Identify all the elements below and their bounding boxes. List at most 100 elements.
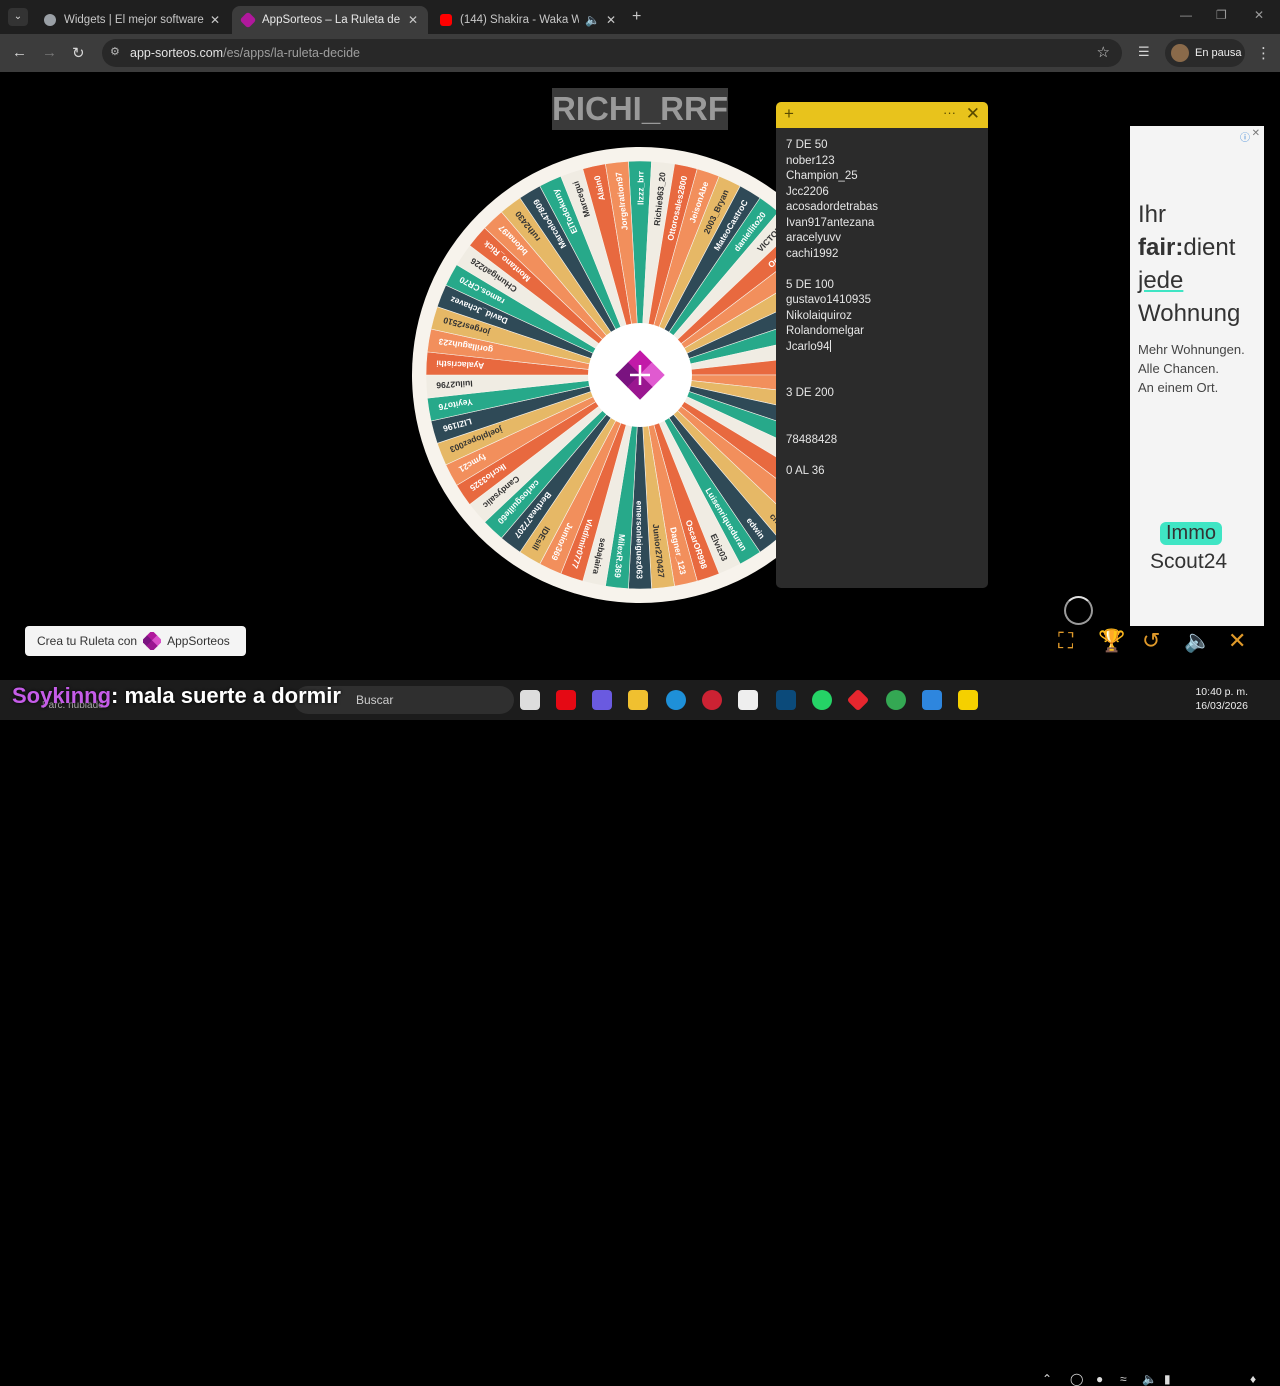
note-line: nober123 <box>786 154 835 167</box>
browser-toolbar: ← → ↻ ⚙ app-sorteos.com/es/apps/la-rulet… <box>0 34 1280 72</box>
forward-arrow-icon[interactable]: → <box>42 44 57 61</box>
chat-nick: Soykinng <box>12 683 112 708</box>
speaker-icon[interactable]: 🔈 <box>585 13 600 27</box>
sticky-notes-icon[interactable] <box>958 690 978 710</box>
disney-icon[interactable] <box>776 690 796 710</box>
wifi-icon[interactable]: ≈ <box>1120 1372 1127 1386</box>
note-line: 7 DE 50 <box>786 139 828 151</box>
microphone-icon[interactable]: ● <box>1096 1372 1103 1386</box>
ad-sub-line: Alle Chancen. <box>1138 361 1219 376</box>
wheel-name-label: emersonleiguez063 <box>635 501 645 580</box>
wheel-name-label: Iuilu2796 <box>436 379 473 391</box>
more-options-icon[interactable]: ··· <box>943 105 956 120</box>
copilot-icon[interactable] <box>592 690 612 710</box>
loading-spinner-icon <box>1064 596 1093 625</box>
note-line <box>786 262 981 278</box>
maximize-icon[interactable]: ❐ <box>1216 8 1227 22</box>
notification-bell-icon[interactable]: ♦ <box>1250 1372 1256 1386</box>
note-line: Ivan917antezana <box>786 216 875 229</box>
avatar <box>1171 44 1189 62</box>
minimize-icon[interactable]: — <box>1180 8 1192 22</box>
note-line <box>786 371 981 387</box>
note-text-area[interactable]: 7 DE 50 nober123 Champion_25 Jcc2206 acosado… <box>786 138 981 479</box>
netflix-icon[interactable] <box>556 690 576 710</box>
tray-chevron-icon[interactable]: ⌃ <box>1042 1372 1052 1386</box>
wheel-title: RICHI_RRF <box>552 88 728 130</box>
close-tab-icon[interactable]: ✕ <box>606 13 616 27</box>
wheel-name-label: llzzz_brr <box>636 170 646 205</box>
sound-icon[interactable]: 🔈 <box>1184 628 1211 654</box>
tab-title: Widgets | El mejor software par <box>64 14 204 26</box>
new-tab-button[interactable]: + <box>632 8 641 26</box>
ad-bold: fair: <box>1138 234 1184 261</box>
battery-icon[interactable]: ▮ <box>1164 1372 1171 1386</box>
whatsapp-icon[interactable] <box>812 690 832 710</box>
bookmark-star-icon[interactable]: ☆ <box>1097 43 1110 61</box>
ad-line: Wohnung <box>1138 300 1241 327</box>
create-prefix: Crea tu Ruleta con <box>37 634 138 648</box>
tray-app-icon[interactable]: ◯ <box>1070 1372 1083 1386</box>
back-arrow-icon[interactable]: ← <box>12 44 27 61</box>
chrome-icon[interactable] <box>886 690 906 710</box>
ad-subtext: Mehr Wohnungen. Alle Chancen. An einem O… <box>1138 340 1245 397</box>
sticky-note[interactable]: + ··· ✕ 7 DE 50 nober123 Champion_25 Jcc220… <box>776 102 988 588</box>
tab-widgets[interactable]: Widgets | El mejor software par ✕ <box>34 6 230 34</box>
reset-icon[interactable]: ↺ <box>1142 628 1160 654</box>
volume-icon[interactable]: 🔈 <box>1142 1372 1157 1386</box>
create-roulette-button[interactable]: Crea tu Ruleta con AppSorteos <box>25 626 246 656</box>
url-domain: app-sorteos.com <box>130 46 224 60</box>
note-line: Jcarlo94 <box>786 340 832 353</box>
app-icon[interactable] <box>702 690 722 710</box>
reload-icon[interactable]: ↻ <box>72 44 85 62</box>
text-cursor <box>830 340 832 353</box>
appsorteos-logo-icon <box>143 632 162 650</box>
note-line: aracelyuvv <box>786 232 841 244</box>
app-icon[interactable] <box>922 690 942 710</box>
address-bar[interactable]: ⚙ app-sorteos.com/es/apps/la-ruleta-deci… <box>102 39 1122 67</box>
note-line <box>786 355 981 371</box>
add-note-icon[interactable]: + <box>784 104 794 124</box>
anydesk-icon[interactable] <box>846 688 870 712</box>
tab-search-button[interactable]: ⌄ <box>8 8 28 26</box>
tab-youtube[interactable]: (144) Shakira - Waka Waka 🔈 ✕ <box>430 6 626 34</box>
widgets-favicon-icon <box>44 14 56 26</box>
task-view-icon[interactable] <box>520 690 540 710</box>
edge-icon[interactable] <box>666 690 686 710</box>
note-line: 3 DE 200 <box>786 387 834 399</box>
ad-info-icon[interactable]: ⓘ <box>1240 129 1250 144</box>
ad-close-icon[interactable]: ✕ <box>1252 128 1260 139</box>
close-note-icon[interactable]: ✕ <box>966 104 980 124</box>
create-brand: AppSorteos <box>167 634 230 648</box>
tab-title: (144) Shakira - Waka Waka <box>460 14 579 26</box>
ad-line: Ihr <box>1138 201 1167 228</box>
advertisement[interactable]: ⓘ ✕ Ihr fair:dient jede Wohnung Mehr Woh… <box>1130 126 1264 626</box>
youtube-favicon-icon <box>440 14 452 26</box>
system-clock[interactable]: 10:40 p. m. 16/03/2026 <box>1190 685 1248 713</box>
chat-message: : mala suerte a dormir <box>111 683 341 708</box>
sticky-note-header: + ··· ✕ <box>776 102 988 128</box>
close-window-icon[interactable]: ✕ <box>1254 8 1264 22</box>
media-control-icon[interactable]: ☰ <box>1138 44 1150 60</box>
trophy-icon[interactable]: 🏆 <box>1098 628 1125 654</box>
close-tab-icon[interactable]: ✕ <box>210 13 220 27</box>
tab-strip: ⌄ Widgets | El mejor software par ✕ AppS… <box>0 0 1280 34</box>
ad-line: jede <box>1138 267 1184 294</box>
site-info-icon[interactable]: ⚙ <box>110 45 124 59</box>
tab-appsorteos[interactable]: AppSorteos – La Ruleta de la Su ✕ <box>232 6 428 34</box>
tab-title: AppSorteos – La Ruleta de la Su <box>262 14 402 26</box>
clock-time: 10:40 p. m. <box>1195 686 1248 698</box>
profile-label: En pausa <box>1195 47 1242 59</box>
menu-dots-icon[interactable]: ⋮ <box>1256 44 1271 62</box>
file-explorer-icon[interactable] <box>628 690 648 710</box>
note-line: acosadordetrabas <box>786 201 879 213</box>
close-tab-icon[interactable]: ✕ <box>408 13 418 27</box>
close-icon[interactable]: ✕ <box>1228 628 1246 654</box>
ad-logo-immo: Immo <box>1160 522 1222 545</box>
ad-sub-line: Mehr Wohnungen. <box>1138 342 1245 357</box>
note-line: 5 DE 100 <box>786 278 834 291</box>
fullscreen-icon[interactable]: ⛶ <box>1058 628 1073 654</box>
url-path: /es/apps/la-ruleta-decide <box>223 46 360 60</box>
profile-button[interactable]: En pausa <box>1165 39 1245 67</box>
note-line: Jcc2206 <box>786 185 829 198</box>
store-icon[interactable] <box>738 690 758 710</box>
